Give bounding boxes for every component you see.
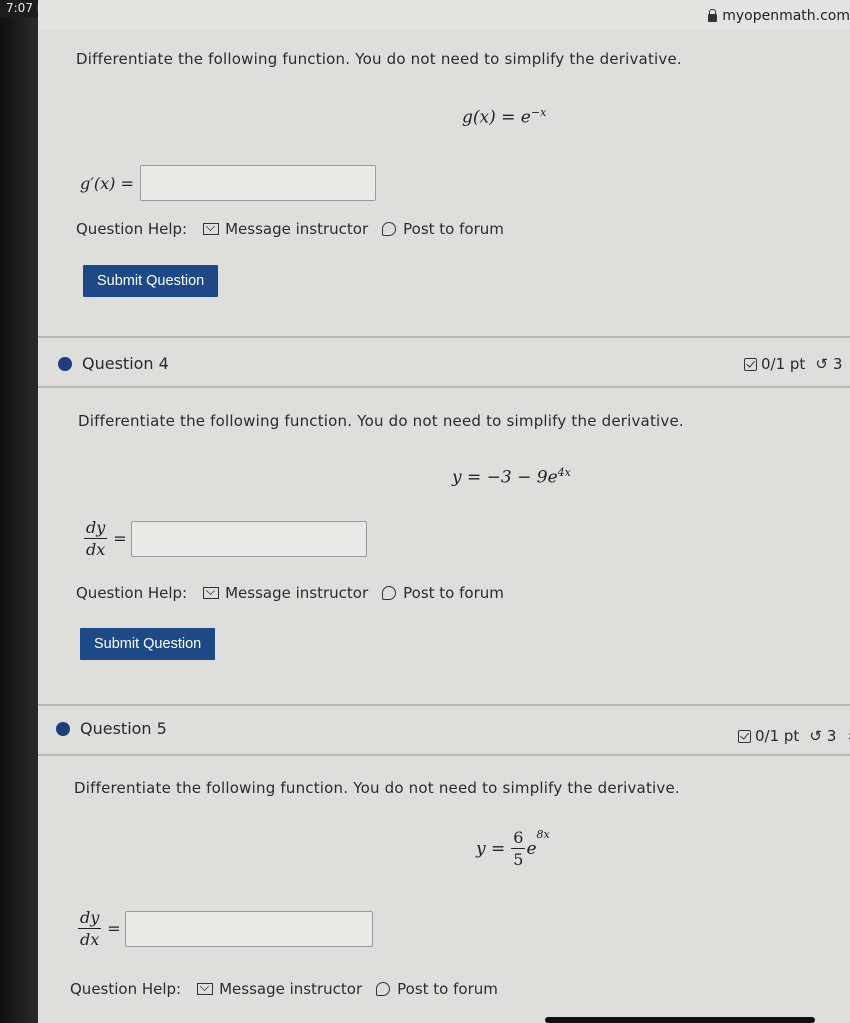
question-4-help-row: Question Help: Message instructor Post t…: [76, 584, 504, 602]
question-4-answer-input[interactable]: [130, 520, 367, 557]
question-4-header: Question 4: [58, 354, 169, 373]
question-3-prompt: Differentiate the following function. Yo…: [76, 50, 682, 68]
question-4-submit-button[interactable]: Submit Question: [80, 628, 216, 660]
section-divider: [38, 704, 850, 706]
chat-bubble-icon[interactable]: [376, 982, 391, 996]
mail-icon[interactable]: [197, 983, 214, 995]
assignment-page: Differentiate the following function. Yo…: [38, 30, 850, 1023]
question-4-function: y = −3 − 9e4x: [452, 466, 571, 488]
question-4-prompt: Differentiate the following function. Yo…: [78, 412, 684, 430]
post-to-forum-link[interactable]: Post to forum: [403, 584, 504, 602]
message-instructor-link[interactable]: Message instructor: [219, 980, 362, 998]
url-text: myopenmath.com: [722, 8, 850, 24]
question-5-answer-row: dy dx =: [78, 908, 373, 949]
checkbox-icon: [738, 729, 751, 743]
retry-icon: ↺: [815, 355, 828, 373]
fraction-numerator: dy: [84, 518, 108, 539]
url-display[interactable]: myopenmath.com: [708, 8, 850, 24]
question-3-submit-button[interactable]: Submit Question: [83, 265, 219, 297]
question-4-title: Question 4: [82, 354, 169, 373]
chat-bubble-icon[interactable]: [382, 586, 397, 600]
question-3-answer-input[interactable]: [139, 165, 376, 201]
function-exponent: 8x: [536, 828, 550, 841]
fraction-denominator: 5: [513, 850, 524, 869]
section-divider: [38, 336, 850, 338]
question-5-prompt: Differentiate the following function. Yo…: [74, 779, 680, 797]
message-instructor-link[interactable]: Message instructor: [225, 220, 368, 238]
lock-icon: [708, 8, 718, 22]
mail-icon[interactable]: [203, 223, 220, 235]
function-lhs: g(x) = e: [462, 107, 531, 128]
equals-sign: =: [113, 529, 127, 548]
question-bullet-icon: [56, 721, 70, 736]
question-5-title: Question 5: [80, 719, 167, 738]
fraction-numerator: 6: [511, 828, 526, 849]
question-help-label: Question Help:: [76, 220, 188, 238]
question-5-header: Question 5: [56, 719, 167, 738]
retry-icon: ↺: [809, 727, 822, 745]
fraction-denominator: dx: [86, 540, 106, 559]
question-help-label: Question Help:: [70, 980, 182, 998]
question-5-points: 0/1 pt: [755, 727, 800, 745]
function-lhs: y =: [476, 838, 506, 859]
checkbox-icon: [744, 357, 757, 371]
left-gutter: [0, 0, 38, 1023]
dy-dx-fraction: dy dx: [84, 518, 108, 559]
question-4-score: 0/1 pt ↺ 3 ⇄ 1: [744, 355, 850, 373]
fraction-denominator: dx: [80, 930, 100, 949]
question-5-function: y = 6 5 e 8x: [476, 828, 550, 869]
question-bullet-icon: [58, 356, 72, 371]
question-3-function: g(x) = e−x: [462, 106, 546, 128]
question-header-divider: [38, 386, 850, 388]
answer-label: dy dx =: [78, 908, 123, 949]
question-help-label: Question Help:: [76, 584, 188, 602]
dy-dx-fraction: dy dx: [78, 908, 102, 949]
question-4-points: 0/1 pt: [761, 355, 806, 373]
function-base: e: [526, 838, 537, 859]
fraction-numerator: dy: [78, 908, 102, 929]
question-5-help-row: Question Help: Message instructor Post t…: [70, 980, 498, 998]
function-exponent: −x: [530, 106, 547, 119]
post-to-forum-link[interactable]: Post to forum: [397, 980, 498, 998]
question-5-answer-input[interactable]: [124, 910, 373, 947]
question-header-divider: [38, 754, 850, 756]
post-to-forum-link[interactable]: Post to forum: [403, 220, 504, 238]
mail-icon[interactable]: [203, 587, 220, 599]
chat-bubble-icon[interactable]: [382, 222, 397, 236]
message-instructor-link[interactable]: Message instructor: [225, 584, 368, 602]
home-indicator: [545, 1017, 815, 1023]
function-lhs: y = −3 − 9e: [452, 467, 558, 488]
question-3-help-row: Question Help: Message instructor Post t…: [76, 220, 504, 238]
question-5-retries: 3: [826, 727, 837, 745]
answer-label: dy dx =: [84, 518, 129, 559]
function-exponent: 4x: [557, 466, 571, 479]
question-4-answer-row: dy dx =: [84, 518, 367, 559]
question-3-answer-row: g′(x) =: [80, 165, 376, 201]
answer-label: g′(x) =: [80, 173, 134, 193]
coefficient-fraction: 6 5: [511, 828, 526, 869]
equals-sign: =: [107, 919, 121, 938]
question-4-retries: 3: [832, 355, 843, 373]
question-5-score: 0/1 pt ↺ 3 ⇄: [738, 727, 850, 745]
